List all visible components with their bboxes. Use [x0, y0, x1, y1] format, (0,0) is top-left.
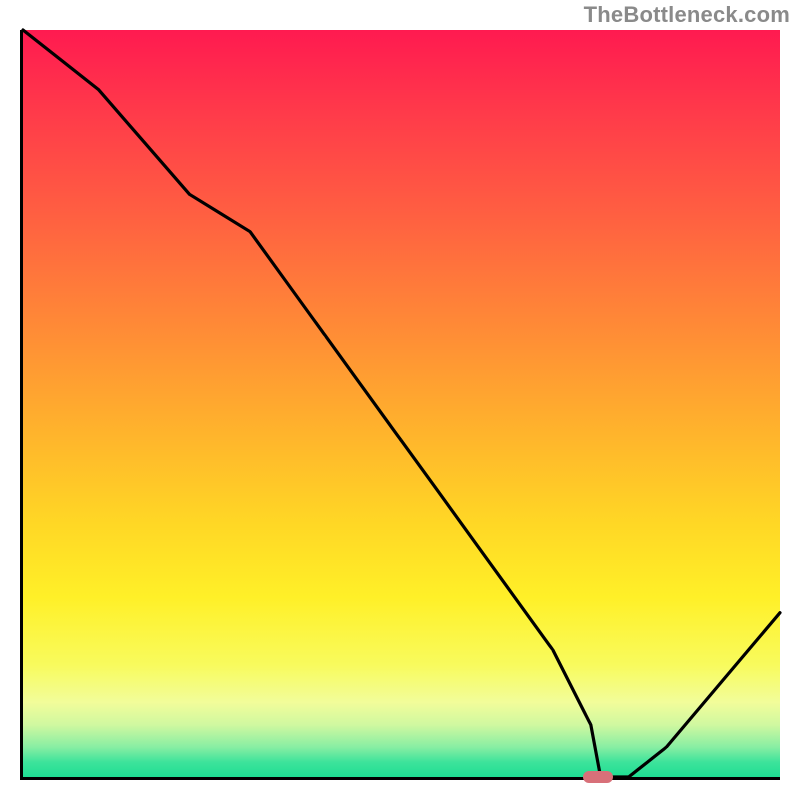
chart-container: TheBottleneck.com: [0, 0, 800, 800]
watermark-text: TheBottleneck.com: [584, 2, 790, 28]
minimum-marker: [583, 771, 613, 783]
curve-path: [23, 30, 780, 777]
plot-frame: [20, 30, 780, 780]
line-chart-svg: [23, 30, 780, 777]
